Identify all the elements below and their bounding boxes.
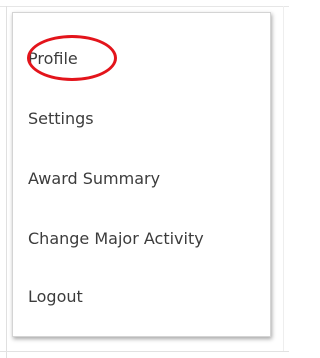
menu-item-change-major-activity[interactable]: Change Major Activity: [28, 229, 204, 249]
menu-item-logout[interactable]: Logout: [28, 287, 83, 307]
menu-item-profile[interactable]: Profile: [28, 49, 78, 69]
backdrop-edge-right: [283, 6, 284, 352]
menu-item-settings[interactable]: Settings: [28, 109, 94, 129]
menu-item-award-summary[interactable]: Award Summary: [28, 169, 160, 189]
page: Profile Settings Award Summary Change Ma…: [0, 0, 289, 358]
backdrop-edge-bottom: [0, 351, 289, 352]
backdrop-edge-top: [0, 6, 289, 7]
backdrop-edge-left: [6, 6, 7, 358]
